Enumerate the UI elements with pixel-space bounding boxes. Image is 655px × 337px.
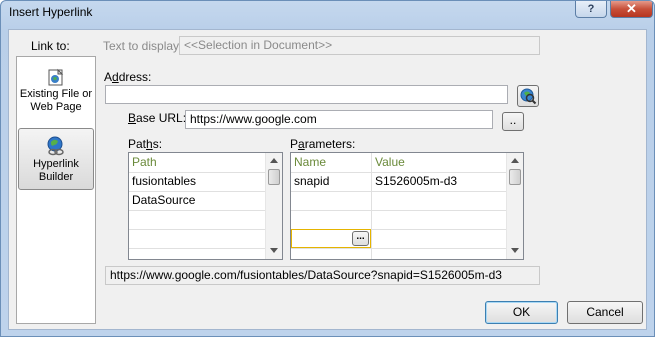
globe-folder-icon — [48, 68, 64, 86]
scroll-down-icon[interactable] — [511, 248, 519, 253]
dialog-title: Insert Hyperlink — [9, 5, 93, 19]
scroll-up-icon[interactable] — [270, 158, 278, 163]
browse-web-button[interactable] — [517, 85, 539, 107]
scroll-up-icon[interactable] — [511, 158, 519, 163]
parameters-scrollbar[interactable] — [506, 153, 523, 259]
parameters-grid: Name Value snapid S1526005m-d3 ... — [290, 152, 524, 260]
scroll-thumb[interactable] — [509, 169, 521, 185]
dialog-body: Link to: Existing File or Web Page Hyper… — [8, 29, 647, 330]
base-url-browse-button[interactable]: .. — [502, 112, 524, 131]
path-cell[interactable]: DataSource — [129, 191, 265, 210]
parameters-label: Parameters: — [290, 137, 356, 151]
paths-grid: Path fusiontables DataSource — [128, 152, 283, 260]
parameter-name-cell[interactable]: snapid — [291, 172, 371, 191]
address-label: Address: — [104, 70, 152, 84]
link-to-label: Link to: — [31, 39, 70, 53]
sidebar-item-hyperlink-builder-line1: Hyperlink — [33, 158, 79, 170]
sidebar-item-existing-file[interactable]: Existing File or Web Page — [18, 65, 94, 117]
paths-scrollbar[interactable] — [265, 153, 282, 259]
scroll-thumb[interactable] — [268, 169, 280, 185]
cancel-button[interactable]: Cancel — [567, 301, 643, 324]
title-bar: Insert Hyperlink ? ✕ — [1, 1, 654, 23]
path-column-header: Path — [132, 155, 157, 169]
sidebar-item-hyperlink-builder-line2: Builder — [38, 171, 74, 183]
resulting-url-field: https://www.google.com/fusiontables/Data… — [105, 266, 540, 285]
parameter-name-cell[interactable] — [291, 191, 371, 210]
base-url-label: Base URL: — [128, 111, 187, 125]
parameter-value-cell[interactable]: S1526005m-d3 — [372, 172, 506, 191]
path-cell[interactable] — [129, 229, 265, 248]
parameter-value-cell[interactable] — [372, 210, 506, 229]
path-cell[interactable] — [129, 210, 265, 229]
sidebar-item-existing-file-line1: Existing File or — [19, 88, 93, 100]
text-to-display-field[interactable]: <<Selection in Document>> — [179, 36, 540, 55]
sidebar-item-existing-file-line2: Web Page — [30, 101, 82, 113]
parameter-cell-button[interactable]: ... — [352, 231, 369, 246]
help-button[interactable]: ? — [575, 1, 607, 18]
link-to-panel: Existing File or Web Page Hyperlink Buil… — [16, 56, 96, 324]
insert-hyperlink-dialog: Insert Hyperlink ? ✕ Link to: Existing F… — [0, 0, 655, 337]
globe-chain-icon — [47, 136, 64, 156]
value-column-header: Value — [375, 155, 405, 169]
parameter-value-cell[interactable] — [372, 191, 506, 210]
ok-button[interactable]: OK — [485, 301, 558, 324]
text-to-display-label: Text to display: — [103, 39, 183, 53]
name-column-header: Name — [294, 155, 327, 169]
globe-search-icon — [520, 88, 537, 105]
close-button[interactable]: ✕ — [610, 1, 653, 18]
paths-label: Paths: — [128, 137, 163, 151]
parameter-name-cell[interactable] — [291, 210, 371, 229]
scroll-down-icon[interactable] — [270, 248, 278, 253]
parameter-value-cell[interactable] — [372, 229, 506, 248]
path-cell[interactable]: fusiontables — [129, 172, 265, 191]
base-url-input[interactable]: https://www.google.com — [185, 110, 493, 129]
sidebar-item-hyperlink-builder[interactable]: Hyperlink Builder — [18, 128, 94, 190]
address-input[interactable] — [105, 85, 508, 104]
